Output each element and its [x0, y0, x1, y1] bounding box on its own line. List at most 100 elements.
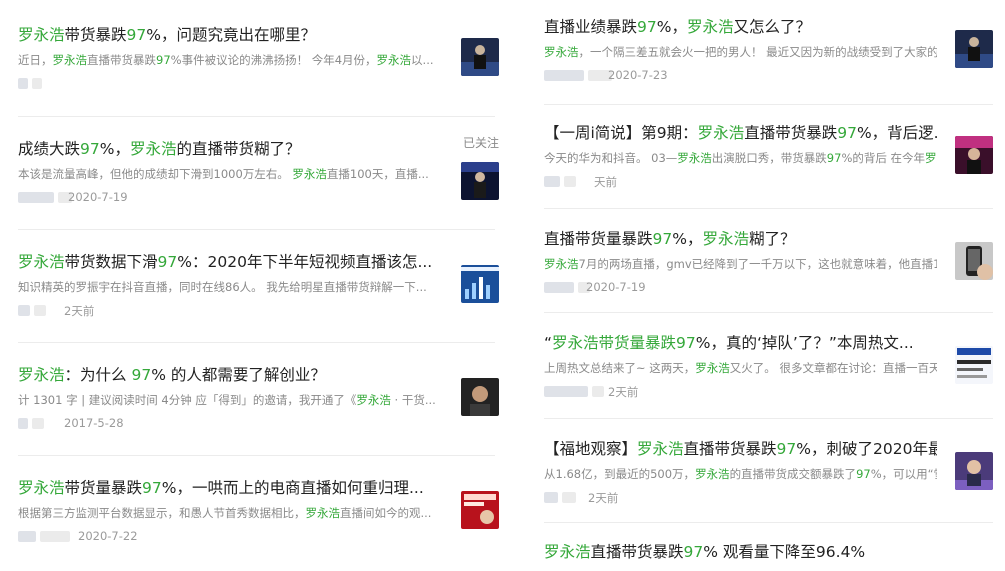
result-title-link[interactable]: 直播带货量暴跌97%，罗永浩糊了？ — [544, 228, 937, 250]
text-segment: 根据第三方监测平台数据显示，和愚人节首秀数据相比， — [18, 506, 306, 520]
text-segment: 成绩大跌 — [18, 140, 81, 158]
result-meta: 2天前 — [544, 489, 993, 507]
text-segment: 又火了。 很多文章都在讨论：直播一百天... — [729, 361, 937, 375]
highlight-keyword: 罗永浩 — [544, 45, 579, 59]
search-result-item[interactable]: 罗永浩带货量暴跌97%，一哄而上的电商直播如何重归理... 根据第三方监测平台数据… — [18, 477, 499, 546]
blurred-source-avatar — [544, 70, 584, 81]
search-result-item[interactable]: 【福地观察】罗永浩直播带货暴跌97%，刺破了2020年最...从1.68亿，到最… — [544, 438, 993, 507]
result-meta: 2天前 — [544, 383, 993, 401]
result-title-link[interactable]: 直播业绩暴跌97%，罗永浩又怎么了？ — [544, 16, 937, 38]
text-segment: %， — [656, 18, 687, 36]
result-title-link[interactable]: “罗永浩带货量暴跌97%，真的‘掉队’了？”本周热文... — [544, 332, 937, 354]
text-segment: % 观看量下降至96.4% — [703, 543, 866, 561]
text-segment: 今天的华为和抖音。 03— — [544, 151, 678, 165]
right-result-column: 直播业绩暴跌97%，罗永浩又怎么了？ 罗永浩，一个隔三差五就会火一把的男人！ 最近… — [530, 0, 1005, 571]
followed-label: 已关注 — [462, 136, 499, 150]
result-thumbnail[interactable] — [461, 162, 499, 200]
result-thumbnail[interactable] — [955, 136, 993, 174]
search-result-item[interactable]: 直播带货量暴跌97%，罗永浩糊了？ 罗永浩 7月的两场直播，gmv已经降到了一千万以… — [544, 228, 993, 297]
result-thumbnail[interactable] — [461, 38, 499, 76]
search-result-item[interactable]: 成绩大跌97%，罗永浩的直播带货糊了？ 本该是流量高峰，但他的成绩却下滑到1000… — [18, 136, 499, 207]
text-segment: 直播间如今的观... — [340, 506, 432, 520]
highlight-keyword: 罗永浩 — [356, 393, 391, 407]
result-date: 天前 — [594, 175, 617, 189]
highlight-keyword: 罗永浩 — [686, 18, 734, 36]
text-segment: ，一个隔三差五就会火一把的男人！ 最近又因为新的战绩受到了大家的... — [578, 45, 938, 59]
result-title-link[interactable]: 罗永浩直播带货暴跌97% 观看量下降至96.4% — [544, 541, 937, 563]
result-snippet: 今天的华为和抖音。 03—罗永浩出演脱口秀，带货暴跌97%的背后 在今年罗永..… — [544, 149, 937, 167]
highlight-keyword: 97 — [142, 479, 162, 497]
search-result-item[interactable]: 罗永浩：为什么 97% 的人都需要了解创业？计 1301 字 | 建议阅读时间 … — [18, 364, 499, 433]
search-result-item[interactable]: 【一周i简说】第9期：罗永浩直播带货暴跌97%，背后逻... 今天的华为和抖音。 … — [544, 122, 993, 191]
text-segment: 以... — [411, 53, 434, 67]
text-segment: 7月的两场直播，gmv已经降到了一千万以下，这也就意味着，他直播10... — [578, 257, 938, 271]
result-date: 2017-5-28 — [64, 416, 124, 430]
result-thumbnail[interactable] — [955, 346, 993, 384]
result-title-link[interactable]: 【福地观察】罗永浩直播带货暴跌97%，刺破了2020年最... — [544, 438, 937, 460]
highlight-keyword: 97 — [676, 334, 696, 352]
highlight-keyword: 97 — [157, 253, 178, 271]
result-thumbnail[interactable] — [955, 452, 993, 490]
result-snippet: 知识精英的罗振宇在抖音直播，同时在线86人。 我先给明星直播带货辩解一下... — [18, 278, 443, 296]
text-segment: “ — [544, 334, 553, 352]
result-title-link[interactable]: 罗永浩带货暴跌97%，问题究竟出在哪里？ — [18, 24, 443, 46]
text-segment: 带货数据下滑 — [64, 253, 158, 271]
text-segment: 直播带货暴跌 — [590, 543, 684, 561]
result-date: 2天前 — [608, 385, 639, 399]
blurred-source-name — [32, 78, 42, 89]
highlight-keyword: 罗永浩 — [702, 230, 749, 248]
highlight-keyword: 罗永浩带货量暴跌 — [552, 334, 677, 352]
highlight-keyword: 罗永浩 — [677, 151, 712, 165]
search-result-item[interactable]: 罗永浩带货数据下滑97%：2020年下半年短视频直播该怎... 知识精英的罗振宇在… — [18, 251, 499, 320]
result-title-link[interactable]: 罗永浩：为什么 97% 的人都需要了解创业？ — [18, 364, 443, 386]
result-meta: 2020-7-19 — [18, 189, 499, 207]
result-thumbnail[interactable] — [955, 242, 993, 280]
result-meta — [18, 75, 499, 93]
result-meta: 2天前 — [18, 302, 499, 320]
text-segment: %，刺破了2020年最... — [796, 440, 937, 458]
highlight-keyword: 97 — [80, 140, 100, 158]
blurred-source-avatar — [18, 305, 30, 316]
highlight-keyword: 罗永浩 — [292, 167, 327, 181]
result-divider — [544, 418, 993, 419]
result-thumbnail[interactable] — [461, 491, 499, 529]
search-result-item[interactable]: 罗永浩带货暴跌97%，问题究竟出在哪里？ 近日，罗永浩直播带货暴跌97%事件被议论… — [18, 24, 499, 93]
text-segment: ：为什么 — [64, 366, 132, 384]
highlight-keyword: 罗永浩 — [544, 543, 591, 561]
blurred-source-avatar — [544, 386, 588, 397]
highlight-keyword: 罗永浩 — [637, 440, 684, 458]
result-thumbnail[interactable] — [461, 265, 499, 303]
result-meta: 天前 — [544, 173, 993, 191]
result-thumbnail[interactable] — [461, 378, 499, 416]
text-segment: %，可以用“雪... — [870, 467, 937, 481]
result-date: 2天前 — [64, 304, 95, 318]
search-result-item[interactable]: 罗永浩直播带货暴跌97% 观看量下降至96.4% — [544, 541, 993, 563]
blurred-source-avatar — [18, 192, 54, 203]
text-segment: 又怎么了？ — [733, 18, 812, 36]
result-meta: 2020-7-19 — [544, 279, 993, 297]
text-segment: 知识精英的罗振宇在抖音直播，同时在线86人。 我先给明星直播带货辩解一下... — [18, 280, 427, 294]
result-title-link[interactable]: 成绩大跌97%，罗永浩的直播带货糊了？ — [18, 138, 443, 160]
result-divider — [18, 229, 495, 230]
blurred-source-avatar — [544, 492, 558, 503]
text-segment: 【福地观察】 — [544, 440, 638, 458]
search-result-item[interactable]: 直播业绩暴跌97%，罗永浩又怎么了？ 罗永浩，一个隔三差五就会火一把的男人！ 最近… — [544, 16, 993, 85]
highlight-keyword: 97 — [126, 26, 147, 44]
blurred-source-avatar — [18, 418, 28, 429]
text-segment: %事件被议论的沸沸扬扬！ 今年4月份， — [170, 53, 377, 67]
text-segment: 直播带货暴跌 — [744, 124, 838, 142]
highlight-keyword: 罗永浩 — [129, 140, 177, 158]
result-divider — [544, 104, 993, 105]
result-title-link[interactable]: 罗永浩带货量暴跌97%，一哄而上的电商直播如何重归理... — [18, 477, 443, 499]
highlight-keyword: 97 — [637, 18, 657, 36]
blurred-source-name — [32, 418, 44, 429]
left-result-column: 罗永浩带货暴跌97%，问题究竟出在哪里？ 近日，罗永浩直播带货暴跌97%事件被议论… — [0, 0, 505, 571]
result-title-link[interactable]: 罗永浩带货数据下滑97%：2020年下半年短视频直播该怎... — [18, 251, 443, 273]
result-thumbnail[interactable] — [955, 30, 993, 68]
highlight-keyword: 97 — [683, 543, 704, 561]
result-date: 2020-7-23 — [608, 68, 668, 82]
highlight-keyword: 97 — [837, 124, 857, 142]
result-divider — [544, 208, 993, 209]
search-result-item[interactable]: “罗永浩带货量暴跌97%，真的‘掉队’了？”本周热文... 上周热文总结来了~ 这… — [544, 332, 993, 401]
result-title-link[interactable]: 【一周i简说】第9期：罗永浩直播带货暴跌97%，背后逻... — [544, 122, 937, 144]
